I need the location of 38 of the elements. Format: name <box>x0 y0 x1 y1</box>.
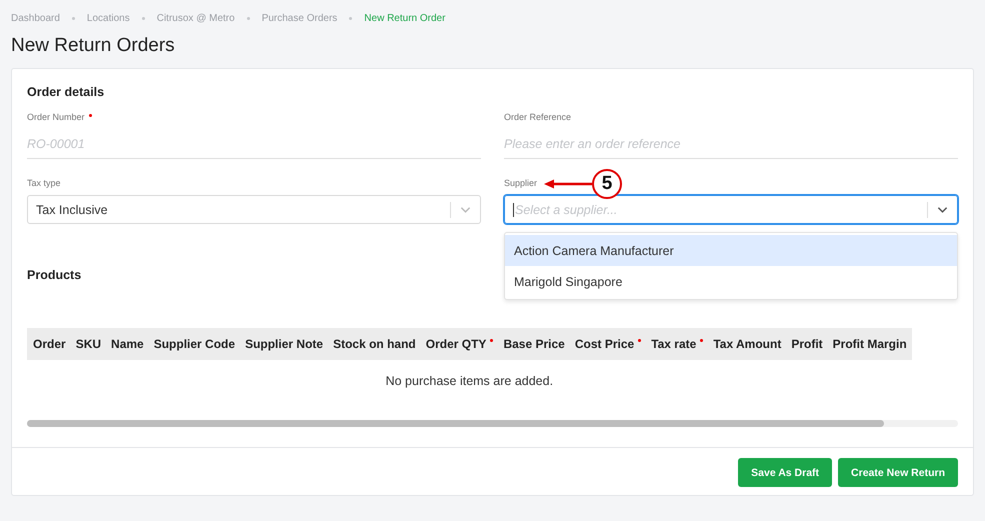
breadcrumb-link[interactable]: Locations <box>86 12 130 24</box>
breadcrumb-link[interactable]: Purchase Orders <box>262 12 338 24</box>
section-title: Order details <box>27 85 106 99</box>
field-label: Order Number <box>27 112 92 122</box>
callout-number: 5 <box>592 169 622 199</box>
breadcrumb-link[interactable]: Citrusox @ Metro <box>156 12 235 24</box>
breadcrumb-link[interactable]: New Return Order <box>364 12 446 24</box>
column-header: Profit Margin <box>828 328 912 360</box>
column-header: Supplier Code <box>148 328 240 360</box>
column-header: Name <box>106 328 149 360</box>
column-header: Stock on hand <box>328 328 421 360</box>
column-header: Cost Price <box>570 328 646 360</box>
chevron-down-icon <box>937 206 948 214</box>
column-header: Tax Amount <box>708 328 786 360</box>
breadcrumb-link[interactable]: Dashboard <box>11 12 60 24</box>
select-field[interactable]: Tax Inclusive <box>27 195 481 224</box>
column-header: Order QTY <box>420 328 498 360</box>
required-mark-icon <box>88 114 92 117</box>
column-header: Order <box>27 328 71 360</box>
field-label: Tax type <box>27 178 61 188</box>
column-header: Profit <box>786 328 828 360</box>
section-title: Products <box>27 268 82 282</box>
action-button[interactable]: Create New Return <box>838 458 958 487</box>
column-header: Supplier Note <box>240 328 328 360</box>
arrow-icon <box>544 179 592 189</box>
scrollbar[interactable] <box>27 420 958 427</box>
chevron-down-icon <box>460 206 471 214</box>
column-header: Tax rate <box>646 328 708 360</box>
field-label: Order Reference <box>504 112 572 122</box>
select-field[interactable]: Select a supplier... <box>504 195 958 224</box>
column-header: Base Price <box>498 328 570 360</box>
dropdown-option[interactable]: Action Camera Manufacturer <box>505 235 957 266</box>
action-button[interactable]: Save As Draft <box>738 458 832 487</box>
column-header: SKU <box>70 328 106 360</box>
field-label: Supplier <box>504 178 538 188</box>
page-title: New Return Orders <box>11 35 176 57</box>
empty-message: No purchase items are added. <box>27 360 912 402</box>
dropdown-option[interactable]: Marigold Singapore <box>505 266 957 297</box>
